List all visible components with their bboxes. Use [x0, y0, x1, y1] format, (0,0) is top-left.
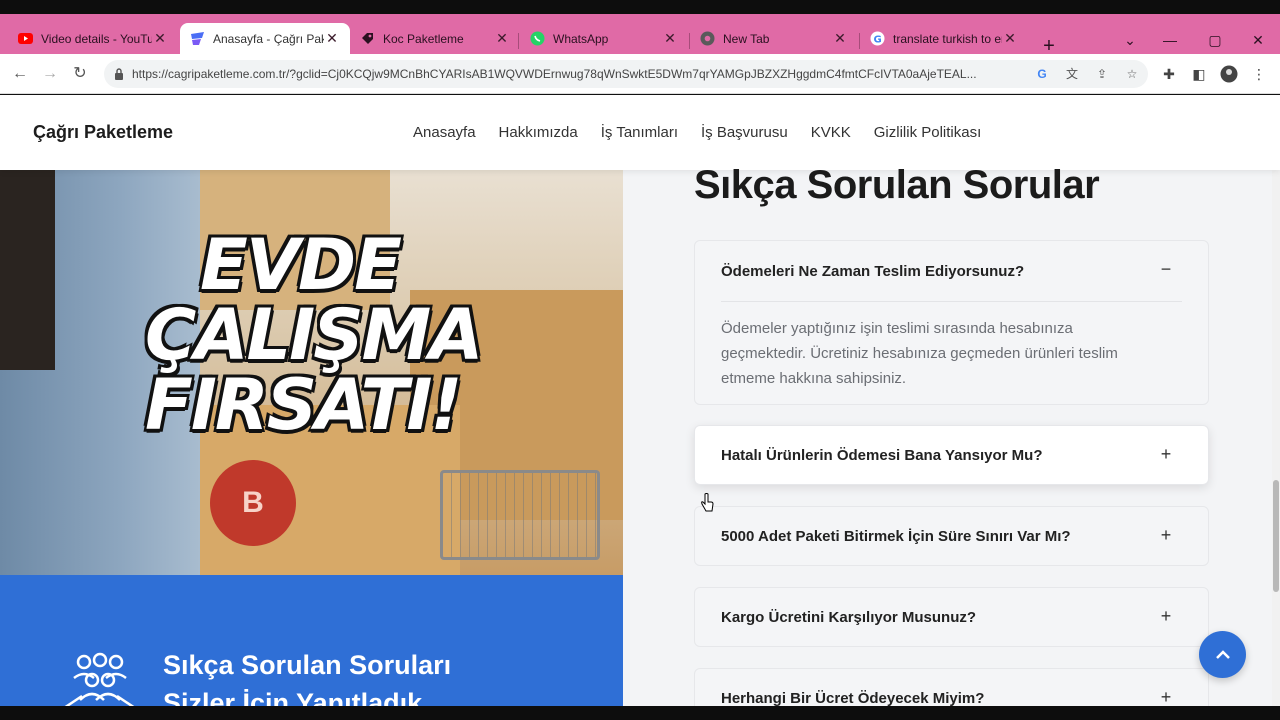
new-tab-button[interactable]: +	[1038, 36, 1060, 56]
maximize-icon[interactable]: ▢	[1205, 32, 1225, 49]
menu-item-is-basvurusu[interactable]: İş Başvurusu	[701, 124, 788, 141]
address-bar[interactable]: https://cagripaketleme.com.tr/?gclid=Cj0…	[104, 60, 1148, 88]
menu-item-anasayfa[interactable]: Anasayfa	[413, 124, 476, 141]
side-panel-icon[interactable]: ◧	[1190, 65, 1208, 83]
site-icon	[190, 31, 205, 46]
people-group-icon	[62, 650, 137, 706]
lock-icon	[114, 67, 124, 80]
faq-title: Sıkça Sorulan Sorular	[694, 163, 1100, 207]
site-header: Çağrı Paketleme Anasayfa Hakkımızda İş T…	[0, 95, 1280, 170]
tab-translate[interactable]: G translate turkish to english ✕	[860, 23, 1028, 54]
google-icon: G	[870, 31, 885, 46]
hero-person-hair	[0, 170, 55, 370]
close-icon[interactable]: ✕	[1002, 30, 1018, 47]
faq-question[interactable]: Herhangi Bir Ücret Ödeyecek Miyim?	[721, 690, 984, 706]
plus-icon[interactable]: +	[1158, 525, 1174, 546]
close-icon[interactable]: ✕	[832, 30, 848, 47]
faq-intro-line2: Sizler İçin Yanıtladık	[163, 688, 423, 706]
tab-koc[interactable]: Koc Paketleme ✕	[350, 23, 520, 54]
hero-line: ÇALIŞMA	[145, 294, 483, 376]
whatsapp-icon	[530, 31, 545, 46]
menu-item-is-tanimlari[interactable]: İş Tanımları	[601, 124, 678, 141]
extensions-icon[interactable]: ✚	[1160, 65, 1178, 83]
browser-toolbar: ← → ↻ https://cagripaketleme.com.tr/?gcl…	[0, 54, 1280, 94]
top-black-bar	[0, 0, 1280, 14]
web-page: Çağrı Paketleme Anasayfa Hakkımızda İş T…	[0, 95, 1280, 706]
tab-search-icon[interactable]: ⌄	[1120, 32, 1140, 49]
tab-title: Anasayfa - Çağrı Paketleme	[213, 31, 324, 46]
faq-item[interactable]: Kargo Ücretini Karşılıyor Musunuz? +	[694, 587, 1209, 647]
tab-title: translate turkish to english	[893, 31, 1002, 46]
minus-icon[interactable]: −	[1158, 259, 1174, 280]
youtube-icon	[18, 31, 33, 46]
hero-image: B EVDE ÇALIŞMA FIRSATI!	[0, 170, 623, 575]
menu-item-kvkk[interactable]: KVKK	[811, 124, 851, 141]
close-icon[interactable]: ✕	[152, 30, 168, 47]
faq-answer: Ödemeler yaptığınız işin teslimi sırasın…	[721, 320, 1118, 387]
plus-icon[interactable]: +	[1158, 606, 1174, 627]
tab-title: Video details - YouTube	[41, 31, 152, 46]
faq-intro-line1: Sıkça Sorulan Soruları	[163, 650, 452, 680]
faq-divider	[721, 301, 1182, 302]
plus-icon[interactable]: +	[1158, 687, 1174, 706]
hero-line: EVDE	[200, 224, 402, 306]
tab-anasayfa[interactable]: Anasayfa - Çağrı Paketleme ✕	[180, 23, 350, 54]
chevron-up-icon	[1215, 650, 1230, 659]
site-brand[interactable]: Çağrı Paketleme	[33, 122, 173, 143]
tab-title: Koc Paketleme	[383, 31, 464, 46]
faq-item[interactable]: Hatalı Ürünlerin Ödemesi Bana Yansıyor M…	[694, 425, 1209, 485]
faq-question[interactable]: Hatalı Ürünlerin Ödemesi Bana Yansıyor M…	[721, 447, 1042, 464]
close-icon[interactable]: ✕	[662, 30, 678, 47]
translate-icon[interactable]: 文	[1064, 66, 1080, 82]
mouse-cursor-icon	[700, 493, 714, 513]
back-arrow-icon[interactable]: ←	[8, 62, 32, 86]
tab-strip: Video details - YouTube ✕ Anasayfa - Çağ…	[0, 14, 1280, 56]
tab-whatsapp[interactable]: WhatsApp ✕	[520, 23, 688, 54]
bottom-black-bar	[0, 706, 1280, 720]
profile-avatar-icon[interactable]	[1220, 65, 1238, 83]
svg-text:G: G	[874, 35, 882, 46]
faq-question[interactable]: 5000 Adet Paketi Bitirmek İçin Süre Sını…	[721, 528, 1071, 545]
close-icon[interactable]: ✕	[324, 30, 340, 47]
share-icon[interactable]: ⇪	[1094, 66, 1110, 82]
tab-youtube[interactable]: Video details - YouTube ✕	[8, 23, 178, 54]
chrome-icon	[700, 31, 715, 46]
hero-headline: EVDE ÇALIŞMA FIRSATI!	[145, 224, 483, 446]
close-window-icon[interactable]: ✕	[1248, 32, 1268, 49]
page-scrollbar[interactable]	[1272, 95, 1280, 706]
menu-item-hakkimizda[interactable]: Hakkımızda	[499, 124, 578, 141]
plus-icon[interactable]: +	[1158, 444, 1174, 465]
tab-title: New Tab	[723, 31, 770, 46]
hero-line: FIRSATI!	[145, 364, 462, 446]
url-text: https://cagripaketleme.com.tr/?gclid=Cj0…	[132, 67, 977, 81]
faq-item[interactable]: Herhangi Bir Ücret Ödeyecek Miyim? +	[694, 668, 1209, 706]
site-icon	[360, 31, 375, 46]
tab-separator	[518, 33, 519, 49]
hero-basket	[440, 470, 600, 560]
faq-question[interactable]: Ödemeleri Ne Zaman Teslim Ediyorsunuz?	[721, 263, 1024, 280]
close-icon[interactable]: ✕	[494, 30, 510, 47]
faq-item[interactable]: 5000 Adet Paketi Bitirmek İçin Süre Sını…	[694, 506, 1209, 566]
tab-newtab[interactable]: New Tab ✕	[690, 23, 858, 54]
minimize-icon[interactable]: —	[1160, 32, 1180, 48]
menu-item-gizlilik[interactable]: Gizlilik Politikası	[874, 124, 982, 141]
faq-question[interactable]: Kargo Ücretini Karşılıyor Musunuz?	[721, 609, 976, 626]
reload-icon[interactable]: ↻	[68, 62, 92, 86]
faq-item[interactable]: Ödemeleri Ne Zaman Teslim Ediyorsunuz? −…	[694, 240, 1209, 405]
site-menu: Anasayfa Hakkımızda İş Tanımları İş Başv…	[413, 124, 981, 141]
google-icon[interactable]: G	[1034, 66, 1050, 82]
scroll-to-top-button[interactable]	[1199, 631, 1246, 678]
menu-kebab-icon[interactable]: ⋮	[1250, 65, 1268, 83]
faq-intro-panel: Sıkça Sorulan Soruları Sizler İçin Yanıt…	[0, 575, 623, 706]
tab-title: WhatsApp	[553, 31, 609, 46]
bookmark-star-icon[interactable]: ☆	[1124, 66, 1140, 82]
forward-arrow-icon[interactable]: →	[38, 62, 62, 86]
hero-box-logo: B	[210, 460, 296, 546]
scrollbar-thumb[interactable]	[1273, 480, 1279, 592]
